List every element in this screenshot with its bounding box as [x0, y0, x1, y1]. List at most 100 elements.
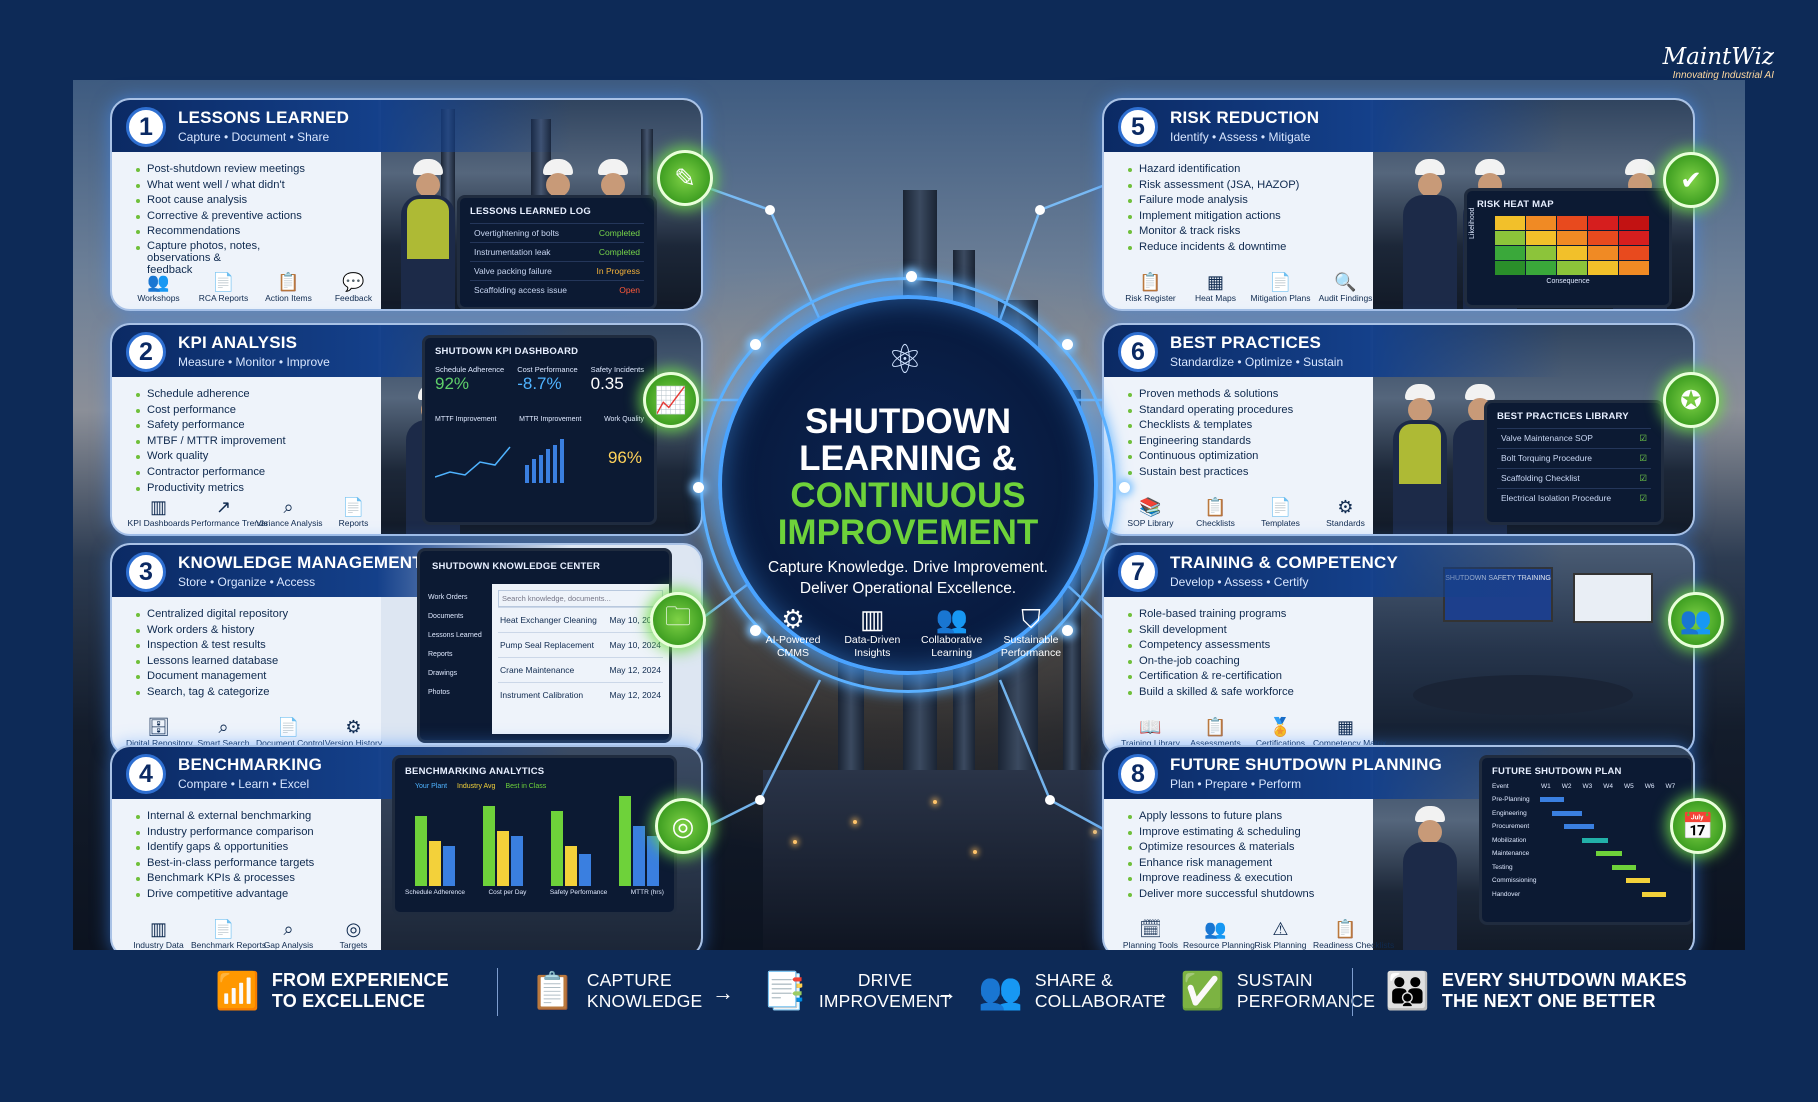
table-row: Valve packing failure In Progress — [470, 261, 644, 280]
list-item: Role-based training programs — [1126, 607, 1366, 623]
tool-checklists: 📋 Checklists — [1183, 496, 1248, 528]
card-subtitle: Standardize • Optimize • Sustain — [1170, 355, 1344, 369]
footer-strip: 📶 FROM EXPERIENCE TO EXCELLENCE 📋 CAPTURE KN… — [0, 950, 1818, 1102]
list-item: Centralized digital repository — [134, 607, 374, 623]
list-item: Search, tag & categorize — [134, 685, 374, 701]
chart-label: Work Quality — [604, 416, 644, 423]
tool-gap-analysis: ⌕ Gap Analysis — [256, 918, 321, 950]
list-item: Best-in-class performance targets — [134, 856, 374, 872]
screen-title: SHUTDOWN KPI DASHBOARD — [435, 346, 579, 357]
report-icon: 📄 — [212, 272, 235, 292]
footer-every-shutdown: 👪 EVERY SHUTDOWN MAKES THE NEXT ONE BETTER — [1385, 970, 1687, 1011]
tool-row: ▥ Industry Data 📄 Benchmark Reports ⌕ Gap A… — [126, 918, 386, 950]
feature-ai-cmms: ⚙ AI-Powered CMMS — [760, 604, 826, 660]
table-row: Scaffolding access issue Open — [470, 280, 644, 299]
list-item: Improve readiness & execution — [1126, 871, 1366, 887]
kpi-schedule: Schedule Adherence 92% — [435, 365, 505, 393]
tool-audit-findings: 🔍 Audit Findings — [1313, 271, 1378, 303]
library-icon: 📖 — [1139, 717, 1162, 737]
step-number: 2 — [126, 332, 166, 372]
best-practices-screen: BEST PRACTICES LIBRARY Valve Maintenance… — [1484, 400, 1664, 525]
table-row: Instrument Calibration May 12, 2024 — [498, 682, 663, 707]
tool-targets: ◎ Targets — [321, 918, 386, 950]
badge-icon: ⚙ — [1337, 497, 1354, 517]
tool-variance-analysis: ⌕ Variance Analysis — [256, 497, 323, 528]
document-icon: 📄 — [277, 717, 300, 737]
award-ribbon-icon: ✪ — [1663, 372, 1719, 428]
tool-templates: 📄 Templates — [1248, 496, 1313, 528]
repository-icon: 🗄 — [147, 717, 170, 737]
list-item: Scaffolding Checklist ☑ — [1497, 468, 1651, 488]
list-item: Electrical Isolation Procedure ☑ — [1497, 488, 1651, 508]
feature-data-insights: ▥ Data-Driven Insights — [839, 604, 905, 660]
list-item: Internal & external benchmarking — [134, 809, 374, 825]
arrow-right-icon: → — [935, 980, 957, 1005]
card-benchmarking: 4 BENCHMARKING Compare • Learn • Excel I… — [110, 745, 703, 958]
shield-check-icon: ✔ — [1663, 152, 1719, 208]
list-item: Post-shutdown review meetings — [134, 162, 374, 178]
list-item: Valve Maintenance SOP ☑ — [1497, 428, 1651, 448]
feature-collaborative: 👥 Collaborative Learning — [919, 604, 985, 660]
library-icon: 📚 — [1139, 497, 1162, 517]
gear-icon: ⚙ — [345, 717, 362, 737]
table-row: Pump Seal Replacement May 10, 2024 — [498, 632, 663, 657]
list-item: Monitor & track risks — [1126, 224, 1366, 240]
check-circle-icon: ✅ — [1180, 970, 1225, 1011]
screen-title: SHUTDOWN KNOWLEDGE CENTER — [432, 561, 601, 572]
list-item: Apply lessons to future plans — [1126, 809, 1366, 825]
card-risk-reduction: 5 RISK REDUCTION Identify • Assess • Mit… — [1102, 98, 1695, 311]
folder-icon: 🗀 — [650, 592, 706, 648]
people-icon: 👥 — [935, 604, 968, 634]
screen-title: RISK HEAT MAP — [1477, 199, 1554, 210]
document-icon: 📋 — [530, 970, 575, 1011]
card-best-practices: 6 BEST PRACTICES Standardize • Optimize … — [1102, 323, 1695, 536]
screen-title: BEST PRACTICES LIBRARY — [1497, 411, 1629, 422]
list-item: Checklists & templates — [1126, 418, 1366, 434]
list-item: Certification & re-certification — [1126, 669, 1366, 685]
bar-chart-icon: ▥ — [149, 919, 167, 939]
list-item: Skill development — [1126, 623, 1366, 639]
kpi-work-quality: 96% — [607, 448, 642, 467]
tool-benchmark-reports: 📄 Benchmark Reports — [191, 919, 267, 950]
card-knowledge-management: 3 KNOWLEDGE MANAGEMENT Store • Organize … — [110, 543, 703, 756]
table-row: Instrumentation leak Completed — [470, 242, 644, 261]
chat-icon: 💬 — [342, 272, 365, 292]
warning-icon: ⚠ — [1272, 919, 1289, 939]
list-item: Standard operating procedures — [1126, 403, 1366, 419]
tool-performance-trends: ↗ Performance Trends — [191, 497, 269, 528]
clipboard-icon: ✎ — [657, 150, 713, 206]
chart-label: MTTF Improvement — [435, 416, 497, 423]
list-item: Failure mode analysis — [1126, 193, 1366, 209]
list-item: Bolt Torquing Procedure ☑ — [1497, 448, 1651, 468]
gantt-plan-screen: FUTURE SHUTDOWN PLAN Event W1 W2 W3 W4 W5 W6 W… — [1479, 755, 1693, 925]
card-subtitle: Plan • Prepare • Perform — [1170, 777, 1302, 791]
template-icon: 📄 — [1269, 497, 1292, 517]
step-number: 5 — [1118, 107, 1158, 147]
list-item: Corrective & preventive actions — [134, 209, 374, 225]
trend-icon: ↗ — [215, 497, 232, 517]
tool-version-history: ⚙ Version History — [321, 716, 386, 748]
bullet-list: Role-based training programs Skill devel… — [1126, 607, 1366, 701]
list-item: Risk assessment (JSA, HAZOP) — [1126, 178, 1366, 194]
list-item: Engineering standards — [1126, 434, 1366, 450]
hub-tagline: Capture Knowledge. Drive Improvement. Del… — [768, 559, 1048, 597]
logo-name: MaintWiz — [1662, 44, 1774, 70]
hub-title-accent: CONTINUOUS IMPROVEMENT — [777, 476, 1039, 552]
nav-item: Documents — [428, 613, 464, 620]
search-input: Search knowledge, documents... — [498, 590, 663, 607]
step-number: 7 — [1118, 552, 1158, 592]
card-subtitle: Store • Organize • Access — [178, 575, 316, 589]
bullet-list: Schedule adherence Cost performance Safe… — [134, 387, 374, 496]
list-item: Identify gaps & opportunities — [134, 840, 374, 856]
shield-check-icon: ⛉ — [1021, 604, 1041, 634]
tool-reports: 📄 Reports — [321, 496, 386, 528]
bullet-list: Post-shutdown review meetings What went … — [134, 162, 374, 276]
heatmap-icon: ▦ — [1206, 272, 1224, 292]
tool-feedback: 💬 Feedback — [321, 271, 386, 303]
card-subtitle: Identify • Assess • Mitigate — [1170, 130, 1311, 144]
report-icon: 📄 — [342, 497, 365, 517]
tool-row: ▥ KPI Dashboards ↗ Performance Trends ⌕ Var… — [126, 496, 386, 528]
step-number: 3 — [126, 552, 166, 592]
benchmark-bars — [405, 790, 664, 886]
arrow-right-icon: → — [1148, 980, 1170, 1005]
